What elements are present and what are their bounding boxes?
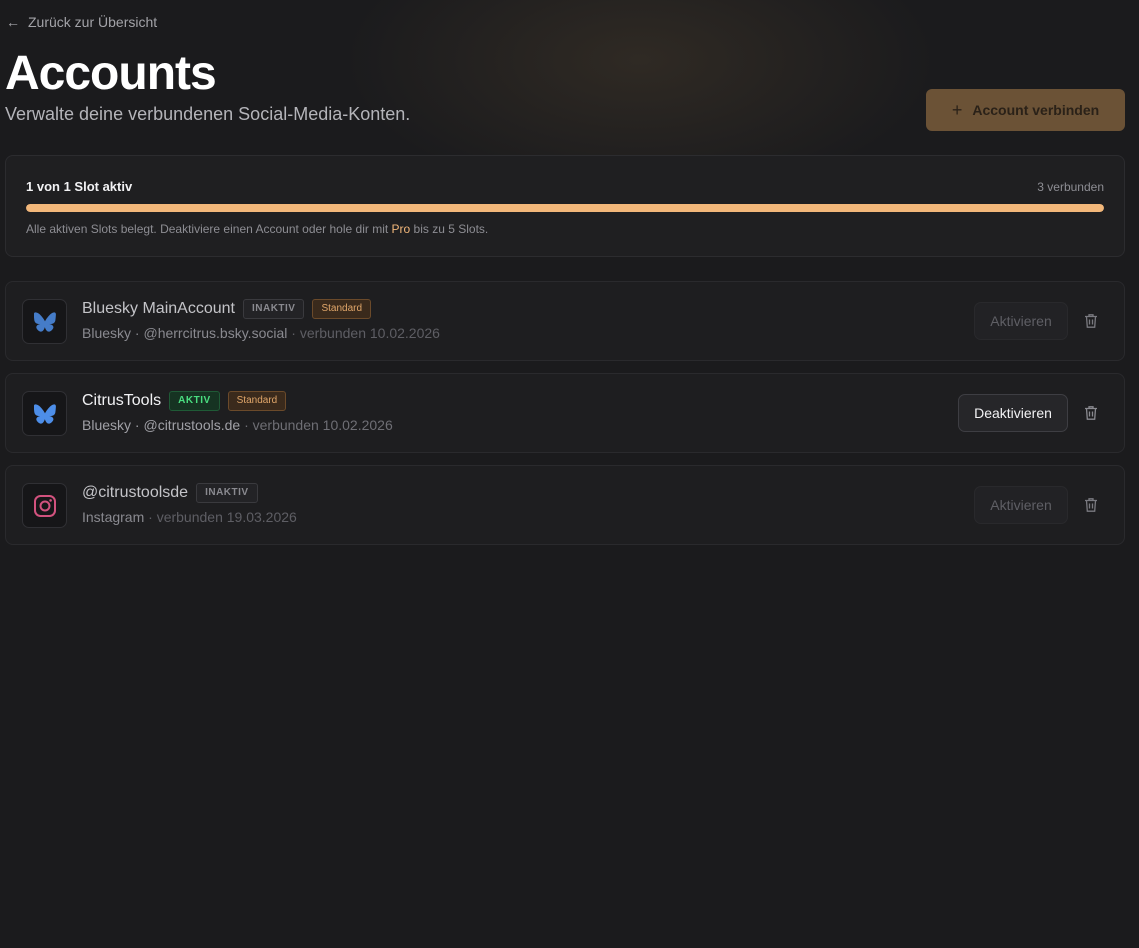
- account-name: @citrustoolsde: [82, 484, 189, 501]
- activate-button[interactable]: Aktivieren: [974, 486, 1068, 524]
- trash-icon[interactable]: [1084, 497, 1098, 513]
- status-badge: INAKTIV: [242, 299, 305, 319]
- account-platform: Instagram: [82, 509, 145, 525]
- deactivate-button[interactable]: Deaktivieren: [958, 394, 1068, 432]
- instagram-icon: [22, 483, 67, 528]
- account-platform: Bluesky: [82, 417, 132, 433]
- account-meta: Bluesky · @citrustools.de · verbunden 10…: [82, 417, 393, 433]
- bluesky-butterfly-icon: [22, 391, 67, 436]
- account-handle: @herrcitrus.bsky.social: [143, 325, 288, 341]
- back-link-label: Zurück zur Übersicht: [28, 14, 158, 30]
- slot-progress-bar: [26, 204, 1104, 212]
- account-connected-date: · verbunden 10.02.2026: [291, 325, 440, 341]
- account-name-row: CitrusTools AKTIV Standard: [82, 391, 287, 411]
- back-link[interactable]: ← Zurück zur Übersicht: [6, 14, 157, 30]
- arrow-left-icon: ←: [6, 14, 20, 30]
- connect-account-button[interactable]: + Account verbinden: [926, 89, 1125, 131]
- slot-progress-fill: [26, 204, 1104, 212]
- account-name-row: Bluesky MainAccount INAKTIV Standard: [82, 299, 372, 319]
- connect-account-label: Account verbinden: [972, 102, 1100, 118]
- default-badge: Standard: [312, 299, 372, 319]
- trash-icon[interactable]: [1084, 405, 1098, 421]
- account-meta: Bluesky · @herrcitrus.bsky.social · verb…: [82, 325, 440, 341]
- page-title: Accounts: [5, 47, 217, 100]
- status-badge: AKTIV: [169, 391, 220, 411]
- account-connected-date: · verbunden 10.02.2026: [244, 417, 393, 433]
- slot-usage-title: 1 von 1 Slot aktiv: [26, 179, 133, 194]
- connected-count: 3 verbunden: [1037, 180, 1104, 194]
- activate-button[interactable]: Aktivieren: [974, 302, 1068, 340]
- bluesky-butterfly-icon: [22, 299, 67, 344]
- slot-note-text-end: bis zu 5 Slots.: [410, 222, 489, 236]
- status-badge: INAKTIV: [196, 483, 258, 503]
- default-badge: Standard: [227, 391, 287, 411]
- slot-usage-card: 1 von 1 Slot aktiv 3 verbunden Alle akti…: [5, 155, 1125, 257]
- account-name: CitrusTools: [82, 392, 162, 409]
- plus-icon: +: [951, 100, 963, 120]
- pro-link[interactable]: Pro: [392, 222, 411, 236]
- account-card: @citrustoolsde INAKTIV Instagram · verbu…: [5, 465, 1125, 545]
- account-meta: Instagram · verbunden 19.03.2026: [82, 509, 297, 525]
- account-handle: @citrustools.de: [143, 417, 241, 433]
- account-card: Bluesky MainAccount INAKTIV Standard Blu…: [5, 281, 1125, 361]
- trash-icon[interactable]: [1084, 313, 1098, 329]
- account-card: CitrusTools AKTIV Standard Bluesky · @ci…: [5, 373, 1125, 453]
- account-name-row: @citrustoolsde INAKTIV: [82, 483, 258, 503]
- slot-note: Alle aktiven Slots belegt. Deaktiviere e…: [26, 222, 488, 236]
- account-name: Bluesky MainAccount: [82, 300, 235, 317]
- account-platform: Bluesky: [82, 325, 132, 341]
- account-connected-date: · verbunden 19.03.2026: [148, 509, 297, 525]
- page-subtitle: Verwalte deine verbundenen Social-Media-…: [5, 104, 411, 124]
- slot-note-text: Alle aktiven Slots belegt. Deaktiviere e…: [26, 222, 392, 236]
